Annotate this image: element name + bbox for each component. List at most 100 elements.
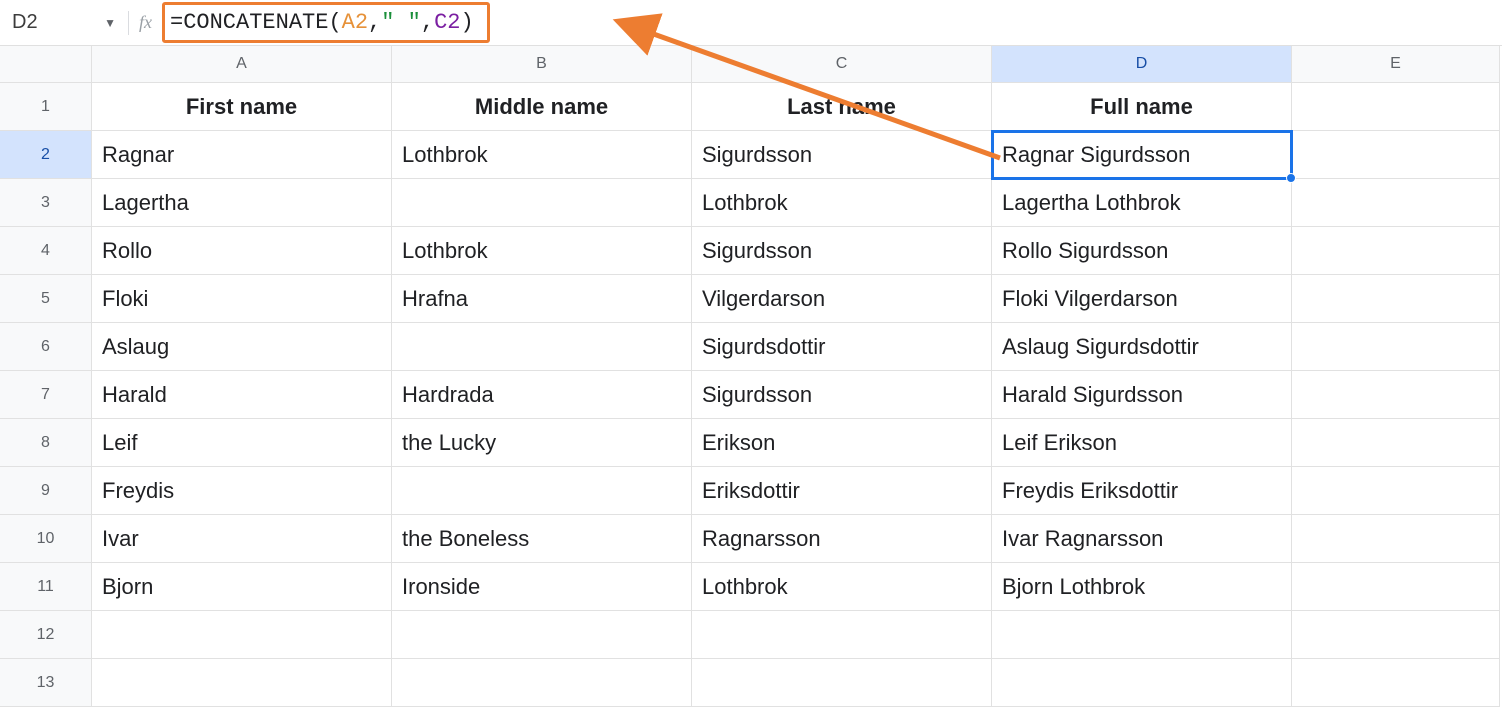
cell[interactable] [1292, 515, 1500, 563]
cell[interactable]: Ragnarsson [692, 515, 992, 563]
cell[interactable]: Sigurdsdottir [692, 323, 992, 371]
cell[interactable]: Leif [92, 419, 392, 467]
header-cell[interactable]: Last name [692, 83, 992, 131]
cell[interactable]: Lothbrok [392, 131, 692, 179]
column-header[interactable]: D [992, 46, 1292, 83]
cell[interactable]: Lagertha Lothbrok [992, 179, 1292, 227]
cell[interactable] [1292, 323, 1500, 371]
row-header[interactable]: 11 [0, 563, 92, 611]
cell[interactable]: Eriksdottir [692, 467, 992, 515]
cell[interactable]: Rollo [92, 227, 392, 275]
cell[interactable]: Sigurdsson [692, 131, 992, 179]
row-header[interactable]: 9 [0, 467, 92, 515]
cell[interactable]: Floki [92, 275, 392, 323]
cell[interactable]: Lothbrok [692, 563, 992, 611]
cell[interactable] [1292, 611, 1500, 659]
row-header[interactable]: 3 [0, 179, 92, 227]
cell[interactable]: Lothbrok [692, 179, 992, 227]
formula-input[interactable]: =CONCATENATE(A2," ",C2) [164, 8, 484, 37]
cell[interactable] [992, 611, 1292, 659]
cell[interactable] [1292, 419, 1500, 467]
row-header[interactable]: 12 [0, 611, 92, 659]
row-header[interactable]: 13 [0, 659, 92, 707]
cell[interactable]: Bjorn [92, 563, 392, 611]
cell[interactable]: Aslaug [92, 323, 392, 371]
spreadsheet-grid: ABCDE 1First nameMiddle nameLast nameFul… [0, 46, 1502, 707]
cell[interactable] [392, 323, 692, 371]
cell[interactable] [1292, 131, 1500, 179]
cell[interactable] [392, 467, 692, 515]
cell[interactable]: Ivar [92, 515, 392, 563]
name-box[interactable]: D2 ▼ [6, 11, 126, 34]
row-header[interactable]: 4 [0, 227, 92, 275]
cell[interactable]: Ivar Ragnarsson [992, 515, 1292, 563]
cell[interactable] [692, 659, 992, 707]
tok-c2: , [421, 10, 434, 35]
header-cell[interactable]: First name [92, 83, 392, 131]
cell[interactable]: Lothbrok [392, 227, 692, 275]
cell[interactable]: Bjorn Lothbrok [992, 563, 1292, 611]
tok-rp: ) [460, 10, 473, 35]
cell[interactable]: Sigurdsson [692, 227, 992, 275]
cell[interactable] [1292, 659, 1500, 707]
tok-eq: = [170, 10, 183, 35]
row-header[interactable]: 10 [0, 515, 92, 563]
tok-c1: , [368, 10, 381, 35]
cell[interactable]: Vilgerdarson [692, 275, 992, 323]
cell[interactable] [1292, 467, 1500, 515]
chevron-down-icon[interactable]: ▼ [94, 16, 126, 30]
cell[interactable]: Freydis Eriksdottir [992, 467, 1292, 515]
cell[interactable]: Ragnar Sigurdsson [992, 131, 1292, 179]
selection-handle[interactable] [1286, 173, 1296, 183]
tok-ref-c: C2 [434, 10, 460, 35]
fx-icon[interactable]: fx [139, 12, 152, 33]
formula-text: =CONCATENATE(A2," ",C2) [170, 10, 474, 35]
cell[interactable] [392, 179, 692, 227]
cell[interactable]: Leif Erikson [992, 419, 1292, 467]
cell[interactable] [92, 659, 392, 707]
cell[interactable] [992, 659, 1292, 707]
cell[interactable] [1292, 371, 1500, 419]
column-header-row: ABCDE [0, 46, 1502, 83]
cell[interactable] [1292, 563, 1500, 611]
select-all-corner[interactable] [0, 46, 92, 83]
cell[interactable]: Ragnar [92, 131, 392, 179]
cell[interactable]: Hardrada [392, 371, 692, 419]
header-cell[interactable] [1292, 83, 1500, 131]
row-header[interactable]: 7 [0, 371, 92, 419]
cell[interactable]: Floki Vilgerdarson [992, 275, 1292, 323]
divider [128, 11, 129, 35]
header-cell[interactable]: Middle name [392, 83, 692, 131]
row-header[interactable]: 2 [0, 131, 92, 179]
tok-lp: ( [328, 10, 341, 35]
column-header[interactable]: E [1292, 46, 1500, 83]
cell[interactable] [1292, 275, 1500, 323]
cell[interactable]: Rollo Sigurdsson [992, 227, 1292, 275]
cell[interactable]: Ironside [392, 563, 692, 611]
cell[interactable]: Freydis [92, 467, 392, 515]
cell[interactable]: Aslaug Sigurdsdottir [992, 323, 1292, 371]
cell[interactable]: the Boneless [392, 515, 692, 563]
cell[interactable]: Harald [92, 371, 392, 419]
row-header[interactable]: 6 [0, 323, 92, 371]
cell[interactable] [392, 611, 692, 659]
cell[interactable] [692, 611, 992, 659]
row-header[interactable]: 5 [0, 275, 92, 323]
column-header[interactable]: C [692, 46, 992, 83]
cell[interactable] [392, 659, 692, 707]
cell[interactable] [1292, 227, 1500, 275]
cell[interactable] [92, 611, 392, 659]
cell[interactable]: Harald Sigurdsson [992, 371, 1292, 419]
cell[interactable] [1292, 179, 1500, 227]
cell[interactable]: Sigurdsson [692, 371, 992, 419]
tok-ref-a: A2 [342, 10, 368, 35]
cell[interactable]: the Lucky [392, 419, 692, 467]
column-header[interactable]: B [392, 46, 692, 83]
column-header[interactable]: A [92, 46, 392, 83]
row-header[interactable]: 1 [0, 83, 92, 131]
header-cell[interactable]: Full name [992, 83, 1292, 131]
row-header[interactable]: 8 [0, 419, 92, 467]
cell[interactable]: Lagertha [92, 179, 392, 227]
cell[interactable]: Erikson [692, 419, 992, 467]
cell[interactable]: Hrafna [392, 275, 692, 323]
